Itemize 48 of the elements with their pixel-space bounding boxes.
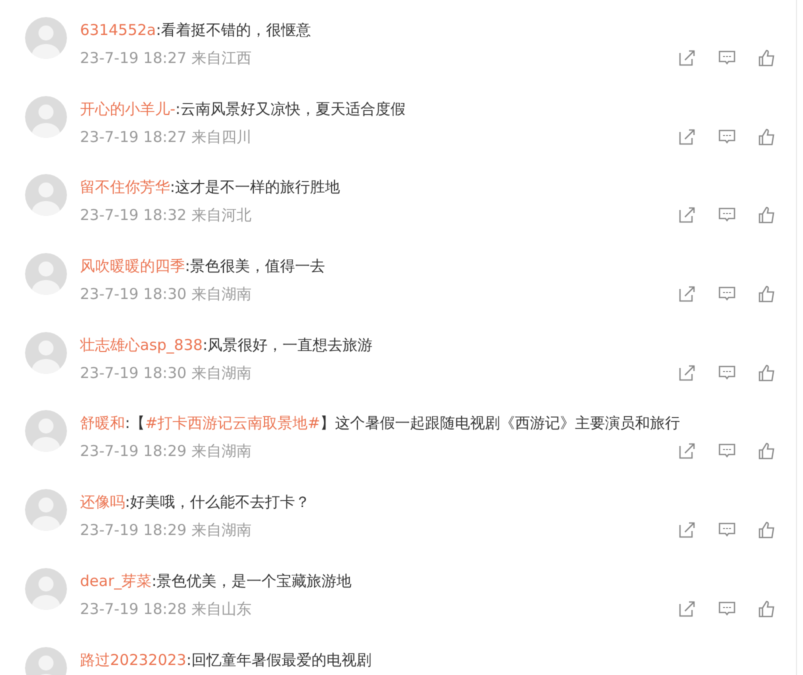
comment-meta: 23-7-19 18:30 来自湖南 bbox=[80, 362, 252, 384]
comment-icon[interactable] bbox=[718, 49, 736, 67]
comment-text: :云南风景好又凉快，夏天适合度假 bbox=[175, 98, 406, 120]
thumbs-up-icon[interactable] bbox=[758, 600, 776, 618]
thumbs-up-icon[interactable] bbox=[758, 128, 776, 146]
username-link[interactable]: 留不住你芳华 bbox=[80, 176, 170, 198]
thumbs-up-icon[interactable] bbox=[758, 285, 776, 304]
share-icon[interactable] bbox=[678, 521, 696, 540]
comment-icon[interactable] bbox=[718, 364, 736, 382]
thumbs-up-icon[interactable] bbox=[758, 206, 776, 224]
comment-text: :【 bbox=[125, 413, 146, 434]
share-icon[interactable] bbox=[678, 364, 696, 382]
comment-text: :景色优美，是一个宝藏旅游地 bbox=[152, 570, 352, 592]
comment-meta: 23-7-19 18:30 来自湖南 bbox=[80, 284, 252, 306]
share-icon[interactable] bbox=[678, 128, 696, 146]
comment-meta: 23-7-19 18:29 来自湖南 bbox=[80, 520, 252, 542]
username-link[interactable]: dear_芽菜 bbox=[80, 570, 152, 592]
comment-meta: 23-7-19 18:32 来自河北 bbox=[80, 205, 252, 226]
comment-meta: 23-7-19 18:27 来自江西 bbox=[80, 48, 252, 69]
comment-text: :景色很美，值得一去 bbox=[185, 256, 326, 278]
comment-text: 】这个暑假一起跟随电视剧《西游记》主要演员和旅行 bbox=[320, 413, 680, 434]
share-icon[interactable] bbox=[678, 285, 696, 304]
username-link[interactable]: 舒暖和 bbox=[80, 412, 125, 434]
comment-text: :好美哦，什么能不去打卡？ bbox=[125, 492, 310, 514]
comment-meta: 23-7-19 18:29 来自湖南 bbox=[80, 441, 252, 462]
comment-icon[interactable] bbox=[718, 600, 736, 618]
username-link[interactable]: 风吹暖暖的四季 bbox=[80, 255, 185, 278]
username-link[interactable]: 6314552a bbox=[80, 19, 156, 41]
comment-meta: 23-7-19 18:27 来自四川 bbox=[80, 126, 252, 148]
comment-text: :这才是不一样的旅行胜地 bbox=[170, 177, 340, 198]
comment-icon[interactable] bbox=[718, 128, 736, 146]
share-icon[interactable] bbox=[678, 206, 696, 224]
topic-link[interactable]: #打卡西游记云南取景地# bbox=[145, 412, 320, 434]
username-link[interactable]: 路过20232023 bbox=[80, 648, 186, 670]
thumbs-up-icon[interactable] bbox=[758, 521, 776, 540]
thumbs-up-icon[interactable] bbox=[758, 364, 776, 382]
username-link[interactable]: 壮志雄心asp_838 bbox=[80, 334, 203, 356]
comment-text: :回忆童年暑假最爱的电视剧 bbox=[186, 650, 372, 670]
username-link[interactable]: 还像吗 bbox=[80, 491, 125, 514]
share-icon[interactable] bbox=[678, 600, 696, 618]
username-link[interactable]: 开心的小羊儿- bbox=[80, 98, 176, 120]
thumbs-up-icon[interactable] bbox=[758, 442, 776, 460]
comment-text: :看着挺不错的，很惬意 bbox=[156, 20, 312, 41]
comment-meta: 23-7-19 18:28 来自山东 bbox=[80, 598, 252, 620]
thumbs-up-icon[interactable] bbox=[758, 49, 776, 67]
share-icon[interactable] bbox=[678, 49, 696, 67]
share-icon[interactable] bbox=[678, 442, 696, 460]
comment-text: :风景很好，一直想去旅游 bbox=[202, 334, 373, 356]
